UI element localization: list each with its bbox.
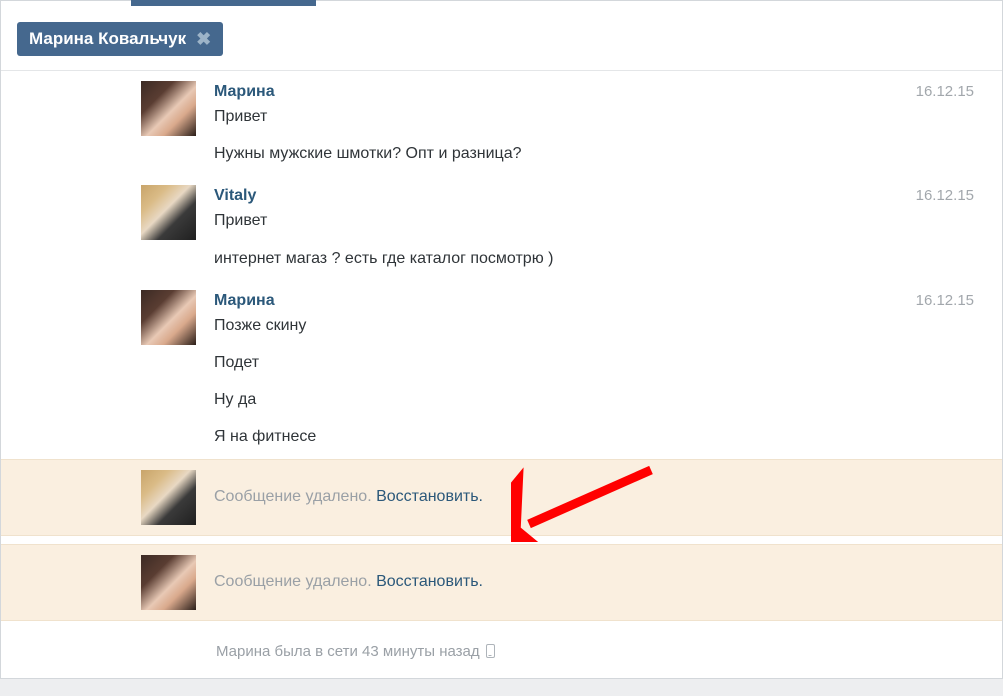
author-link[interactable]: Марина: [214, 83, 275, 101]
deleted-text: Сообщение удалено. Восстановить.: [214, 472, 980, 506]
mobile-icon: [486, 644, 495, 658]
avatar[interactable]: [141, 555, 196, 610]
message-line: Привет: [214, 105, 980, 128]
chat-container: Марина Ковальчук ✖ Марина 16.12.15 Приве…: [0, 0, 1003, 679]
message-date: 16.12.15: [916, 187, 974, 204]
message-item: Марина 16.12.15 Привет Нужны мужские шмо…: [1, 71, 1002, 175]
restore-link[interactable]: Восстановить.: [376, 488, 483, 505]
message-body: Сообщение удалено. Восстановить.: [214, 470, 980, 525]
author-link[interactable]: Vitaly: [214, 187, 256, 205]
active-tab-indicator: [131, 0, 316, 6]
avatar[interactable]: [141, 81, 196, 136]
filter-chip[interactable]: Марина Ковальчук ✖: [17, 22, 223, 56]
message-line: Подет: [214, 351, 980, 374]
message-line: Привет: [214, 209, 980, 232]
message-body: Сообщение удалено. Восстановить.: [214, 555, 980, 610]
deleted-text: Сообщение удалено. Восстановить.: [214, 557, 980, 591]
message-line: Я на фитнесе: [214, 425, 980, 448]
deleted-label: Сообщение удалено.: [214, 573, 372, 590]
message-body: Марина 16.12.15 Привет Нужны мужские шмо…: [214, 81, 980, 165]
author-link[interactable]: Марина: [214, 292, 275, 310]
top-bar: [1, 0, 1002, 10]
avatar[interactable]: [141, 185, 196, 240]
close-icon[interactable]: ✖: [196, 30, 211, 48]
deleted-message: Сообщение удалено. Восстановить.: [1, 459, 1002, 536]
chip-label: Марина Ковальчук: [29, 29, 186, 49]
filter-chip-row: Марина Ковальчук ✖: [1, 10, 1002, 71]
message-line: Позже скину: [214, 314, 980, 337]
message-body: Vitaly 16.12.15 Привет интернет магаз ? …: [214, 185, 980, 269]
message-line: интернет магаз ? есть где каталог посмот…: [214, 247, 980, 270]
avatar[interactable]: [141, 290, 196, 345]
status-text: Марина была в сети 43 минуты назад: [216, 643, 480, 660]
message-item: Vitaly 16.12.15 Привет интернет магаз ? …: [1, 175, 1002, 279]
message-body: Марина 16.12.15 Позже скину Подет Ну да …: [214, 290, 980, 449]
message-date: 16.12.15: [916, 83, 974, 100]
deleted-message: Сообщение удалено. Восстановить.: [1, 544, 1002, 621]
avatar[interactable]: [141, 470, 196, 525]
status-row: Марина была в сети 43 минуты назад: [1, 629, 1002, 678]
message-line: Ну да: [214, 388, 980, 411]
deleted-label: Сообщение удалено.: [214, 488, 372, 505]
message-line: Нужны мужские шмотки? Опт и разница?: [214, 142, 980, 165]
message-list: Марина 16.12.15 Привет Нужны мужские шмо…: [1, 71, 1002, 678]
restore-link[interactable]: Восстановить.: [376, 573, 483, 590]
message-item: Марина 16.12.15 Позже скину Подет Ну да …: [1, 280, 1002, 459]
message-date: 16.12.15: [916, 292, 974, 309]
